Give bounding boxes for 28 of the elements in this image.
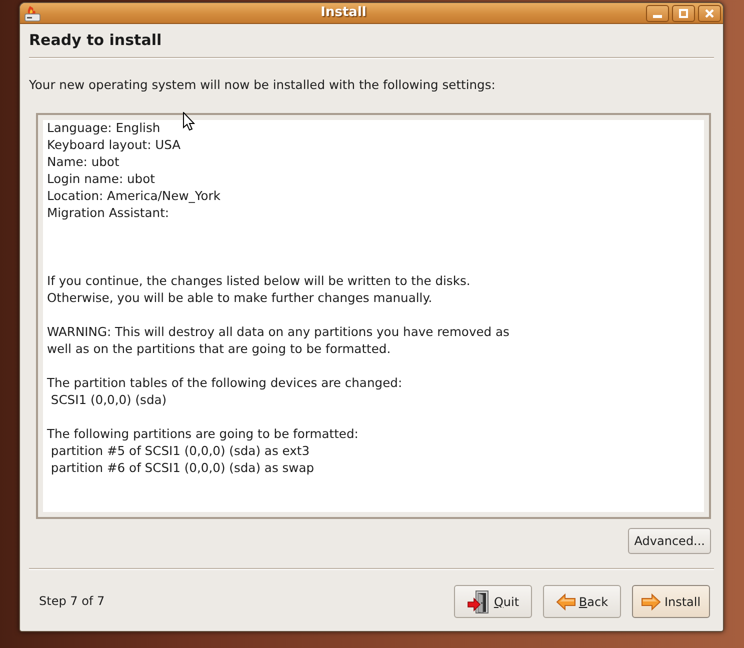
step-indicator: Step 7 of 7: [39, 593, 105, 610]
left-arrow-icon: [556, 592, 576, 610]
maximize-icon: [679, 8, 688, 18]
door-exit-icon: [466, 590, 491, 614]
summary-paragraph: If you continue, the changes listed below will be written to the disks. Otherwise, you will be able to make further changes manually.: [47, 273, 470, 307]
setting-line: Login name: ubot: [47, 171, 155, 188]
setting-line: Location: America/New_York: [47, 188, 220, 205]
summary-paragraph: The partition tables of the following devices are changed: SCSI1 (0,0,0) (sda): [47, 375, 402, 409]
drive-icon: [24, 4, 41, 22]
maximize-button[interactable]: [672, 4, 695, 22]
quit-button[interactable]: Quit: [454, 585, 532, 618]
advanced-button[interactable]: Advanced...: [628, 528, 711, 554]
page-heading: Ready to install: [29, 31, 162, 49]
window-title: Install: [320, 5, 366, 21]
right-arrow-icon: [641, 592, 662, 610]
summary-paragraph: WARNING: This will destroy all data on any partitions you have removed as well as on the partitions that are going to be formatted.: [47, 324, 510, 358]
install-button[interactable]: Install: [632, 585, 710, 618]
setting-line: Name: ubot: [47, 154, 120, 171]
setting-line: Language: English: [47, 120, 160, 137]
close-icon: [705, 8, 714, 18]
minimize-icon: [653, 14, 662, 18]
close-button[interactable]: [698, 4, 721, 22]
summary-paragraph: The following partitions are going to be formatted: partition #5 of SCSI1 (0,0,0) (sda) as ext3 partition #6 of SCSI1 (0,0,0) (sda) as swap: [47, 426, 358, 477]
back-button[interactable]: Back: [543, 585, 621, 618]
minimize-button[interactable]: [646, 4, 669, 22]
setting-line: Migration Assistant:: [47, 205, 170, 222]
setting-line: Keyboard layout: USA: [47, 137, 181, 154]
intro-text: Your new operating system will now be installed with the following settings:: [29, 77, 496, 94]
